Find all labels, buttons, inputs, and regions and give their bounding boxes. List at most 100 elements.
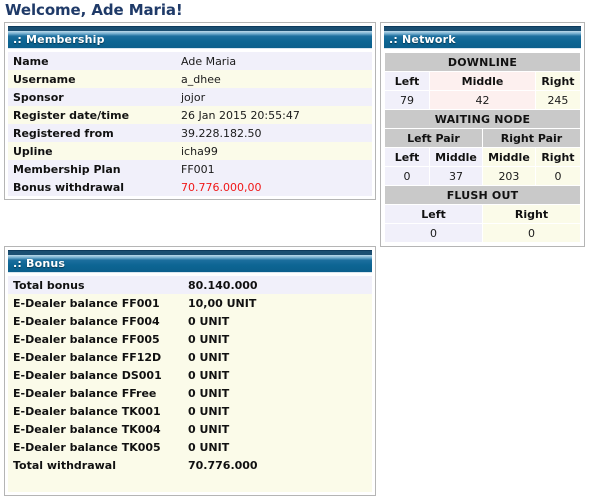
table-row: E-Dealer balance FF12D 0 UNIT xyxy=(8,348,372,366)
page-title: Welcome, Ade Maria! xyxy=(5,1,183,19)
row-value: 0 UNIT xyxy=(183,366,372,384)
row-value: 39.228.182.50 xyxy=(176,124,372,142)
waiting-node-header-row: Left Middle Middle Right xyxy=(383,147,582,167)
row-value: icha99 xyxy=(176,142,372,160)
network-panel-body: DOWNLINE Left Middle Right 79 42 245 WAI… xyxy=(383,49,582,243)
row-value: 0 UNIT xyxy=(183,384,372,402)
row-value: 0 UNIT xyxy=(183,402,372,420)
flush-out-header-row: Left Right xyxy=(384,204,582,224)
waiting-node-value-right: 0 xyxy=(534,166,582,186)
row-label: Username xyxy=(8,70,176,88)
row-value-highlighted: 70.776.000,00 xyxy=(176,178,372,196)
waiting-node-header-right-middle: Middle xyxy=(481,147,536,167)
row-value: jojor xyxy=(176,88,372,106)
row-label: Membership Plan xyxy=(8,160,176,178)
downline-section-label: DOWNLINE xyxy=(384,52,581,72)
row-label: E-Dealer balance FF001 xyxy=(8,294,183,312)
row-value: 26 Jan 2015 20:55:47 xyxy=(176,106,372,124)
row-label: Total bonus xyxy=(8,276,183,294)
row-label: Register date/time xyxy=(8,106,176,124)
row-value: 0 UNIT xyxy=(183,330,372,348)
row-value: FF001 xyxy=(176,160,372,178)
row-value: 0 UNIT xyxy=(183,312,372,330)
bonus-panel-body: Total bonus 80.140.000 E-Dealer balance … xyxy=(8,273,372,492)
table-row: E-Dealer balance FF001 10,00 UNIT xyxy=(8,294,372,312)
table-row-bonus-withdrawal: Bonus withdrawal 70.776.000,00 xyxy=(8,178,372,196)
waiting-node-section-label: WAITING NODE xyxy=(384,109,581,129)
membership-panel-title: .: Membership xyxy=(13,33,105,46)
waiting-node-value-right-middle: 203 xyxy=(481,166,536,186)
table-row: E-Dealer balance TK001 0 UNIT xyxy=(8,402,372,420)
flush-out-section-row: FLUSH OUT xyxy=(384,185,581,205)
waiting-node-header-left-middle: Middle xyxy=(429,147,483,167)
table-row: Register date/time 26 Jan 2015 20:55:47 xyxy=(8,106,372,124)
downline-header-right: Right xyxy=(534,71,582,91)
table-row: Total bonus 80.140.000 xyxy=(8,276,372,294)
table-row: Upline icha99 xyxy=(8,142,372,160)
bonus-table: Total bonus 80.140.000 E-Dealer balance … xyxy=(8,276,372,492)
row-label: Sponsor xyxy=(8,88,176,106)
table-row: E-Dealer balance FF005 0 UNIT xyxy=(8,330,372,348)
table-row: Username a_dhee xyxy=(8,70,372,88)
downline-value-middle: 42 xyxy=(429,90,536,110)
downline-value-row: 79 42 245 xyxy=(383,90,582,110)
row-label: E-Dealer balance FFree xyxy=(8,384,183,402)
membership-table: Name Ade Maria Username a_dhee Sponsor j… xyxy=(8,52,372,196)
row-label: Registered from xyxy=(8,124,176,142)
table-row: E-Dealer balance TK004 0 UNIT xyxy=(8,420,372,438)
table-row: E-Dealer balance DS001 0 UNIT xyxy=(8,366,372,384)
downline-value-left: 79 xyxy=(383,90,431,110)
row-label: E-Dealer balance TK001 xyxy=(8,402,183,420)
row-label-blank xyxy=(8,474,183,492)
flush-out-header-left: Left xyxy=(384,204,483,224)
row-label: E-Dealer balance FF004 xyxy=(8,312,183,330)
flush-out-header-right: Right xyxy=(481,204,582,224)
row-label: E-Dealer balance FF005 xyxy=(8,330,183,348)
row-label: E-Dealer balance TK004 xyxy=(8,420,183,438)
row-label: Total withdrawal xyxy=(8,456,183,474)
row-value: 70.776.000 xyxy=(183,456,372,474)
row-value-blank xyxy=(183,474,372,492)
flush-out-value-row: 0 0 xyxy=(384,223,582,243)
row-label: Name xyxy=(8,52,176,70)
row-label: E-Dealer balance TK005 xyxy=(8,438,183,456)
flush-out-value-right: 0 xyxy=(481,223,582,243)
downline-value-right: 245 xyxy=(534,90,582,110)
downline-header-left: Left xyxy=(383,71,431,91)
table-row: Membership Plan FF001 xyxy=(8,160,372,178)
row-value: 10,00 UNIT xyxy=(183,294,372,312)
network-panel: .: Network DOWNLINE Left Middle Right 79… xyxy=(380,22,585,247)
table-row: Name Ade Maria xyxy=(8,52,372,70)
table-row: Sponsor jojor xyxy=(8,88,372,106)
table-row: E-Dealer balance FFree 0 UNIT xyxy=(8,384,372,402)
row-value: 80.140.000 xyxy=(183,276,372,294)
row-value: 0 UNIT xyxy=(183,438,372,456)
membership-panel-header: .: Membership xyxy=(8,31,372,49)
downline-header-middle: Middle xyxy=(429,71,536,91)
membership-panel: .: Membership Name Ade Maria Username a_… xyxy=(4,22,376,200)
flush-out-section-label: FLUSH OUT xyxy=(384,185,581,205)
flush-out-value-left: 0 xyxy=(384,223,483,243)
network-table: DOWNLINE Left Middle Right 79 42 245 WAI… xyxy=(383,52,582,243)
table-row-blank xyxy=(8,474,372,492)
table-row: E-Dealer balance FF004 0 UNIT xyxy=(8,312,372,330)
waiting-node-value-left-middle: 37 xyxy=(429,166,483,186)
row-value: Ade Maria xyxy=(176,52,372,70)
bonus-panel-title: .: Bonus xyxy=(13,257,66,270)
row-label: Bonus withdrawal xyxy=(8,178,176,196)
waiting-node-value-row: 0 37 203 0 xyxy=(383,166,582,186)
row-label: E-Dealer balance FF12D xyxy=(8,348,183,366)
row-value: 0 UNIT xyxy=(183,348,372,366)
waiting-node-value-left: 0 xyxy=(383,166,431,186)
table-row-total-withdrawal: Total withdrawal 70.776.000 xyxy=(8,456,372,474)
row-label: Upline xyxy=(8,142,176,160)
waiting-node-section-row: WAITING NODE xyxy=(384,109,581,129)
network-panel-title: .: Network xyxy=(389,33,456,46)
downline-section-row: DOWNLINE xyxy=(384,52,581,72)
waiting-node-right-pair-label: Right Pair xyxy=(481,128,582,148)
waiting-node-pair-row: Left Pair Right Pair xyxy=(384,128,582,148)
table-row: E-Dealer balance TK005 0 UNIT xyxy=(8,438,372,456)
table-row: Registered from 39.228.182.50 xyxy=(8,124,372,142)
waiting-node-left-pair-label: Left Pair xyxy=(384,128,483,148)
bonus-panel-header: .: Bonus xyxy=(8,255,372,273)
